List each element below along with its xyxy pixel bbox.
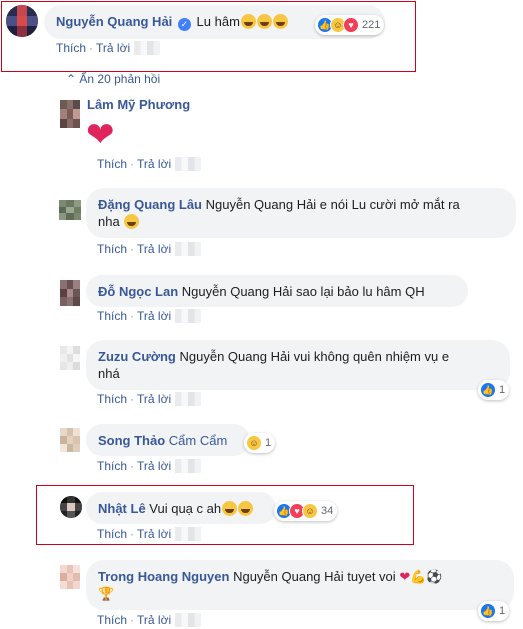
reply-text: Nguyễn Quang Hải vui không quên nhiệm vụ… — [179, 349, 450, 364]
like-link[interactable]: Thích — [97, 157, 127, 171]
heart-sticker-icon: ❤ — [86, 116, 115, 154]
reply-text-cont: nha — [98, 214, 120, 229]
hide-replies-link[interactable]: ⌃ Ẩn 20 phản hồi — [66, 72, 160, 86]
timestamp[interactable] — [175, 242, 202, 256]
reply-actions: Thích · Trả lời — [97, 309, 202, 323]
reply-text: Nguyễn Quang Hải e nói Lu cười mở mắt ra — [205, 197, 460, 212]
rofl-emoji-icon — [256, 14, 272, 29]
reaction-summary[interactable]: 👍 1 — [478, 601, 510, 621]
reply-author[interactable]: Song Thảo — [98, 433, 165, 448]
reply-text: Nguyễn Quang Hải sao lại bảo lu hâm QH — [181, 284, 425, 299]
trophy-icon: 🏆 — [98, 586, 115, 601]
avatar[interactable] — [59, 200, 81, 220]
like-link[interactable]: Thích — [56, 41, 86, 55]
reply-author[interactable]: Đặng Quang Lâu — [98, 197, 202, 212]
haha-reaction-icon: ☺ — [246, 435, 262, 451]
reaction-count: 1 — [499, 384, 506, 396]
reaction-count: 34 — [321, 505, 334, 517]
timestamp[interactable] — [175, 613, 202, 627]
reply-link[interactable]: Trả lời — [137, 242, 171, 256]
like-link[interactable]: Thích — [97, 527, 127, 541]
avatar[interactable] — [6, 5, 38, 37]
reply-actions: Thích · Trả lời — [97, 242, 202, 256]
reply-actions: Thích · Trả lời — [97, 459, 202, 473]
flexed-arm-emoji-icon: 💪 — [410, 569, 427, 584]
reply-author[interactable]: Đỗ Ngọc Lan — [98, 284, 178, 299]
love-reaction-icon: ♥ — [343, 17, 359, 33]
rofl-emoji-icon — [240, 14, 256, 29]
reply-link[interactable]: Trả lời — [137, 157, 171, 171]
chevron-up-icon: ⌃ — [66, 72, 77, 86]
reply-link[interactable]: Trả lời — [137, 309, 171, 323]
reply-bubble: Trong Hoang Nguyen Nguyễn Quang Hải tuye… — [86, 560, 514, 610]
reply-text-cont: nhá — [98, 366, 120, 381]
comment-author[interactable]: Nguyễn Quang Hải — [56, 14, 172, 29]
tagged-name[interactable]: Cẩm Cẩm — [169, 433, 228, 448]
reply-link[interactable]: Trả lời — [137, 527, 171, 541]
reply-link[interactable]: Trả lời — [137, 459, 171, 473]
like-reaction-icon: 👍 — [480, 603, 496, 619]
timestamp[interactable] — [175, 527, 202, 541]
soccer-ball-icon: ⚽ — [426, 569, 443, 584]
reply-text: Vui quạ c ah — [149, 501, 222, 516]
like-reaction-icon: 👍 — [480, 382, 496, 398]
reply-bubble: Nhật Lê Vui quạ c ah — [86, 492, 276, 524]
timestamp[interactable] — [175, 157, 202, 171]
reply-bubble: Zuzu Cường Nguyễn Quang Hải vui không qu… — [86, 340, 510, 390]
comment-text: Lu hâm — [196, 14, 240, 29]
timestamp[interactable] — [175, 392, 202, 406]
reply-author[interactable]: Lâm Mỹ Phương — [87, 97, 190, 112]
reply-author[interactable]: Nhật Lê — [98, 501, 146, 516]
reply-actions: Thích · Trả lời — [97, 157, 202, 171]
reaction-summary[interactable]: 👍 1 — [478, 380, 510, 400]
avatar[interactable] — [60, 565, 80, 589]
reaction-summary[interactable]: 👍 ☺ ♥ 221 — [315, 15, 385, 35]
reaction-count: 221 — [362, 19, 381, 31]
rofl-emoji-icon — [272, 14, 288, 29]
reply-link[interactable]: Trả lời — [137, 613, 171, 627]
reply-bubble: Đỗ Ngọc Lan Nguyễn Quang Hải sao lại bảo… — [86, 275, 468, 307]
reaction-summary[interactable]: 👍 ♥ ☺ 34 — [274, 501, 338, 521]
reaction-count: 1 — [499, 605, 506, 617]
avatar[interactable] — [60, 100, 80, 128]
reaction-count: 1 — [265, 437, 272, 449]
kissing-emoji-icon — [238, 501, 254, 516]
avatar[interactable] — [60, 496, 82, 518]
reply-link[interactable]: Trả lời — [96, 41, 130, 55]
timestamp[interactable] — [175, 459, 202, 473]
verified-icon: ✓ — [177, 18, 191, 31]
like-link[interactable]: Thích — [97, 309, 127, 323]
like-link[interactable]: Thích — [97, 242, 127, 256]
reply-link[interactable]: Trả lời — [137, 392, 171, 406]
reply-text: Nguyễn Quang Hải tuyet voi — [233, 569, 396, 584]
reaction-summary[interactable]: ☺ 1 — [244, 433, 276, 453]
laughing-emoji-icon — [124, 214, 140, 229]
like-link[interactable]: Thích — [97, 613, 127, 627]
reply-author[interactable]: Trong Hoang Nguyen — [98, 569, 229, 584]
crying-emoji-icon — [222, 501, 238, 516]
heart-emoji-icon: ❤ — [399, 569, 411, 584]
avatar[interactable] — [60, 428, 80, 452]
like-link[interactable]: Thích — [97, 392, 127, 406]
reply-author[interactable]: Zuzu Cường — [98, 349, 176, 364]
timestamp[interactable] — [134, 41, 161, 55]
avatar[interactable] — [60, 346, 80, 370]
reply-actions: Thích · Trả lời — [97, 613, 202, 627]
reply-bubble: Đặng Quang Lâu Nguyễn Quang Hải e nói Lu… — [86, 188, 516, 238]
timestamp[interactable] — [175, 309, 202, 323]
avatar[interactable] — [60, 280, 80, 306]
comment-actions: Thích · Trả lời — [56, 41, 161, 55]
like-link[interactable]: Thích — [97, 459, 127, 473]
reply-actions: Thích · Trả lời — [97, 527, 202, 541]
reply-actions: Thích · Trả lời — [97, 392, 202, 406]
haha-reaction-icon: ☺ — [302, 503, 318, 519]
reply-bubble: Song Thảo Cẩm Cẩm — [86, 424, 250, 456]
